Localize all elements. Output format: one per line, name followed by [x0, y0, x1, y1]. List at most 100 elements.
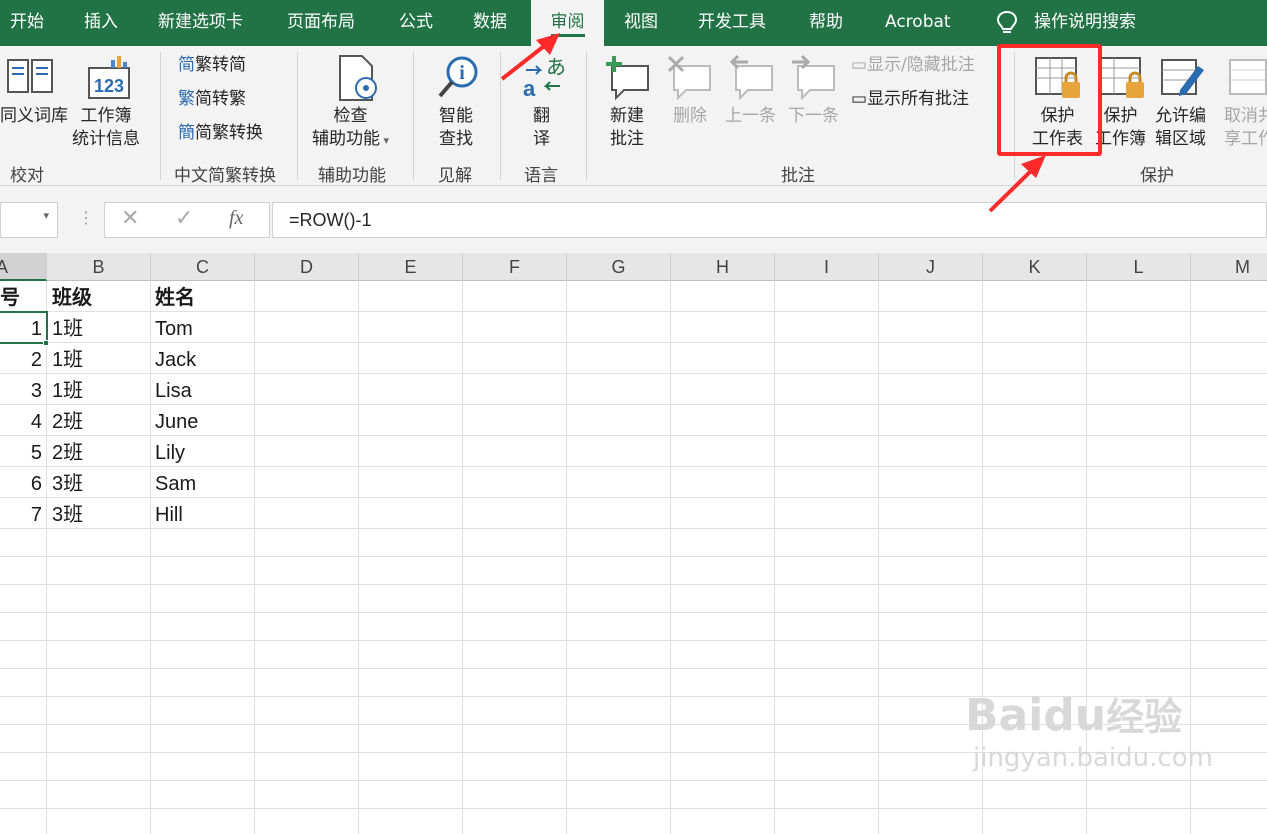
column-header-c[interactable]: C	[151, 253, 255, 281]
formula-input[interactable]: =ROW()-1	[272, 202, 1267, 238]
smart-lookup-button[interactable]: 智能 查找	[439, 105, 473, 151]
tab-help[interactable]: 帮助	[809, 0, 843, 46]
show-hide-comment-button[interactable]: ▭显示/隐藏批注	[851, 54, 975, 77]
cell-c2[interactable]: Tom	[155, 314, 193, 344]
gridline	[0, 528, 1267, 529]
formula-bar-grip-icon: ⋮	[78, 208, 94, 227]
column-header-a[interactable]: A	[0, 253, 47, 281]
workbook-statistics-button[interactable]: 工作簿 统计信息	[72, 105, 140, 151]
tab-developer[interactable]: 开发工具	[698, 0, 766, 46]
gridline	[0, 640, 1267, 641]
next-comment-button[interactable]: 下一条	[788, 105, 839, 128]
cell-b3[interactable]: 1班	[52, 345, 83, 375]
smart-lookup-label-2: 查找	[439, 129, 473, 149]
column-header-f[interactable]: F	[463, 253, 567, 281]
previous-comment-button[interactable]: 上一条	[725, 105, 776, 128]
formula-bar-buttons: ✕ ✓ fx	[104, 202, 270, 238]
svg-text:123: 123	[94, 76, 124, 96]
watermark: Baidu经验 jingyan.baidu.com	[965, 692, 1213, 775]
tab-insert[interactable]: 插入	[84, 0, 118, 46]
cell-c6[interactable]: Lily	[155, 438, 185, 468]
column-header-b[interactable]: B	[47, 253, 151, 281]
chinese-conversion-button[interactable]: 簡简繁转换	[178, 122, 263, 145]
allow-edit-ranges-icon	[1161, 59, 1204, 96]
group-divider	[297, 52, 298, 180]
column-header-m[interactable]: M	[1191, 253, 1267, 281]
simplified-to-traditional-button[interactable]: 繁简转繁	[178, 88, 246, 111]
cell-a6[interactable]: 5	[0, 438, 42, 468]
group-label-accessibility: 辅助功能	[318, 166, 386, 186]
cell-a1[interactable]: 号	[0, 283, 20, 313]
new-comment-label-2: 批注	[610, 129, 644, 149]
column-header-d[interactable]: D	[255, 253, 359, 281]
tab-view[interactable]: 视图	[624, 0, 658, 46]
tab-formulas[interactable]: 公式	[399, 0, 433, 46]
protect-workbook-icon	[1099, 57, 1144, 98]
cell-a4[interactable]: 3	[0, 376, 42, 406]
cell-c3[interactable]: Jack	[155, 345, 196, 375]
column-header-i[interactable]: I	[775, 253, 879, 281]
ribbon-tab-bar: 开始 插入 新建选项卡 页面布局 公式 数据 审阅 视图 开发工具 帮助 Acr…	[0, 0, 1267, 46]
cell-a3[interactable]: 2	[0, 345, 42, 375]
tab-home[interactable]: 开始	[10, 0, 44, 46]
insert-function-icon[interactable]: fx	[229, 207, 243, 230]
new-comment-button[interactable]: 新建 批注	[610, 105, 644, 151]
tab-acrobat[interactable]: Acrobat	[885, 0, 951, 46]
column-header-j[interactable]: J	[879, 253, 983, 281]
cell-c8[interactable]: Hill	[155, 500, 183, 530]
cell-c4[interactable]: Lisa	[155, 376, 192, 406]
fill-handle[interactable]	[43, 340, 49, 346]
group-label-proofing: 校对	[10, 166, 44, 186]
chinese-conversion-icon: 簡	[178, 123, 195, 143]
cell-b5[interactable]: 2班	[52, 407, 83, 437]
gridline	[0, 668, 1267, 669]
name-box-dropdown-icon[interactable]: ▾	[43, 209, 49, 222]
cancel-icon[interactable]: ✕	[121, 206, 139, 231]
gridline	[0, 612, 1267, 613]
cell-a7[interactable]: 6	[0, 469, 42, 499]
thesaurus-button[interactable]: 同义词库	[0, 105, 68, 128]
column-header-h[interactable]: H	[671, 253, 775, 281]
show-all-comments-button[interactable]: ▭显示所有批注	[851, 88, 969, 111]
cell-a5[interactable]: 4	[0, 407, 42, 437]
group-divider	[500, 52, 501, 180]
name-box[interactable]: ▾	[0, 202, 58, 238]
watermark-brand: Baidu	[965, 690, 1107, 741]
cell-c1[interactable]: 姓名	[155, 283, 195, 313]
group-label-protect: 保护	[1140, 166, 1174, 186]
tell-me-search[interactable]: 操作说明搜索	[1034, 0, 1136, 46]
cell-b6[interactable]: 2班	[52, 438, 83, 468]
translate-button[interactable]: 翻 译	[533, 105, 550, 151]
simp-to-trad-label: 简转繁	[195, 89, 246, 109]
column-header-e[interactable]: E	[359, 253, 463, 281]
traditional-to-simplified-button[interactable]: 简繁转简	[178, 54, 246, 77]
cell-b2[interactable]: 1班	[52, 314, 83, 344]
tab-new[interactable]: 新建选项卡	[158, 0, 243, 46]
tab-data[interactable]: 数据	[473, 0, 507, 46]
cell-a2[interactable]: 1	[0, 314, 42, 344]
cell-b1[interactable]: 班级	[52, 283, 92, 313]
cell-b7[interactable]: 3班	[52, 469, 83, 499]
cell-c7[interactable]: Sam	[155, 469, 196, 499]
column-header-g[interactable]: G	[567, 253, 671, 281]
trad-to-simp-icon: 简	[178, 55, 195, 75]
tab-page-layout[interactable]: 页面布局	[287, 0, 355, 46]
cell-b8[interactable]: 3班	[52, 500, 83, 530]
protect-workbook-button[interactable]: 保护 工作簿	[1095, 105, 1146, 151]
allow-edit-ranges-button[interactable]: 允许编 辑区域	[1155, 105, 1206, 151]
unshare-workbook-button[interactable]: 取消共 享工作簿	[1224, 105, 1267, 151]
allow-edit-ranges-label-2: 辑区域	[1155, 129, 1206, 149]
enter-icon[interactable]: ✓	[175, 206, 193, 231]
check-accessibility-button[interactable]: 检查 辅助功能 ▾	[312, 105, 389, 152]
delete-comment-button[interactable]: 删除	[673, 105, 707, 128]
cell-c5[interactable]: June	[155, 407, 198, 437]
tab-review[interactable]: 审阅	[531, 0, 604, 46]
cell-a8[interactable]: 7	[0, 500, 42, 530]
tab-review-label: 审阅	[550, 12, 585, 37]
show-hide-comment-label: 显示/隐藏批注	[867, 55, 975, 75]
column-header-l[interactable]: L	[1087, 253, 1191, 281]
gridline	[0, 584, 1267, 585]
column-header-k[interactable]: K	[983, 253, 1087, 281]
cell-b4[interactable]: 1班	[52, 376, 83, 406]
group-label-language: 语言	[524, 166, 558, 186]
